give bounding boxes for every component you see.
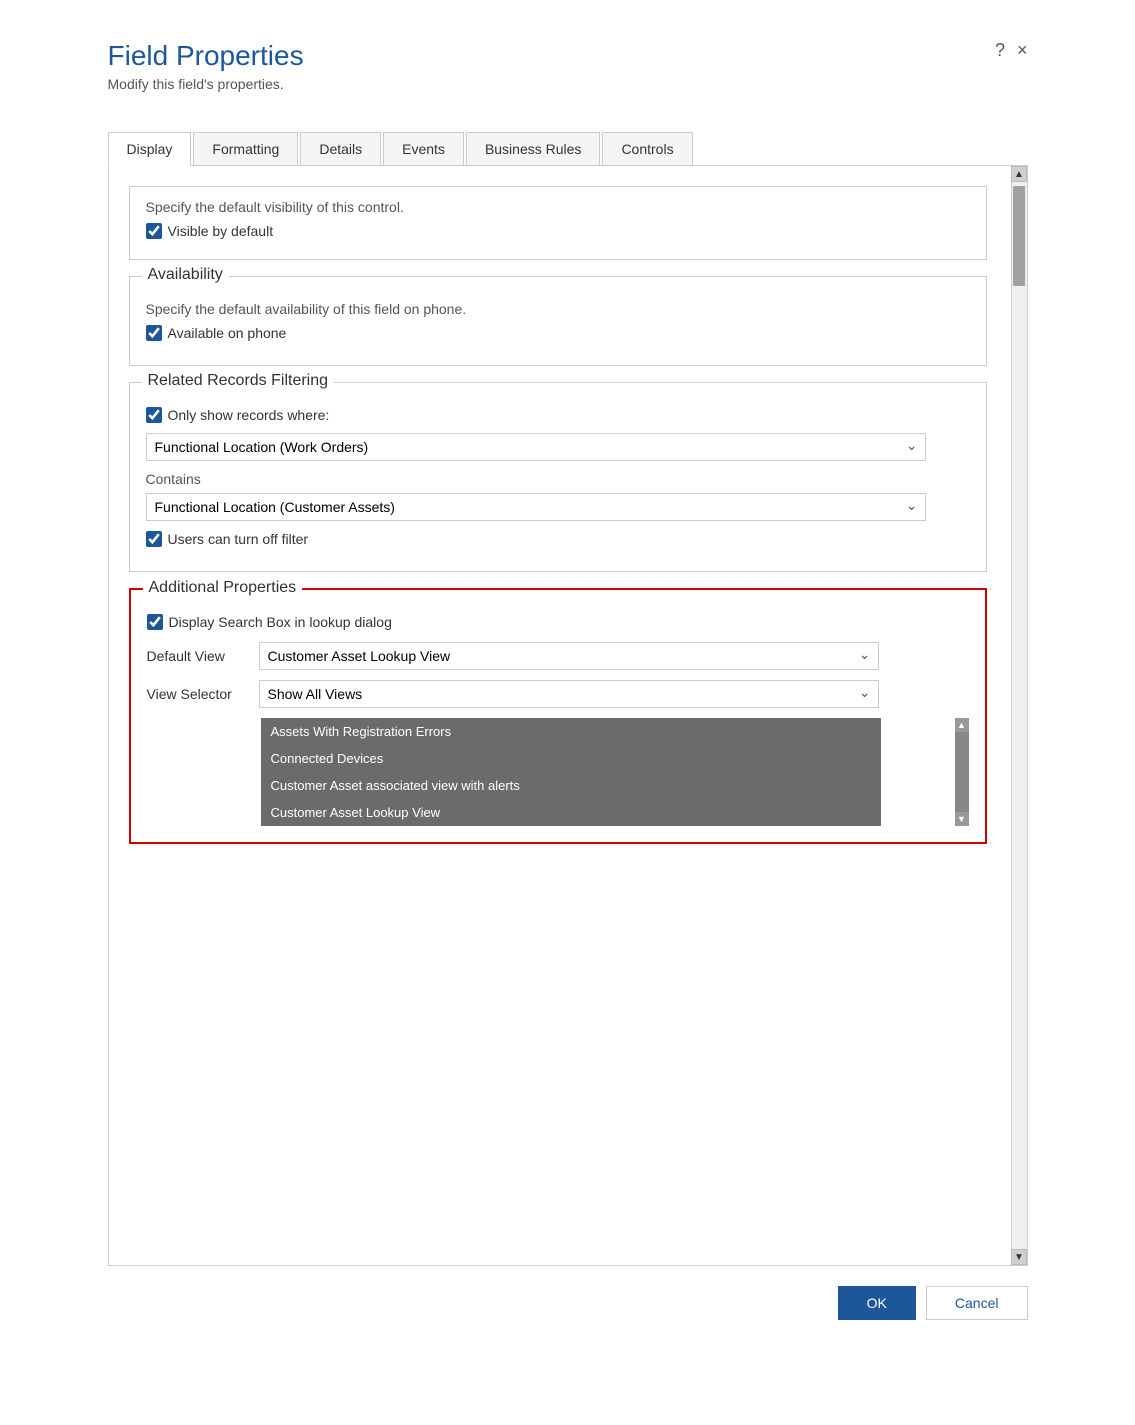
- visible-by-default-label: Visible by default: [168, 223, 274, 239]
- cancel-button[interactable]: Cancel: [926, 1286, 1028, 1320]
- tab-events[interactable]: Events: [383, 132, 464, 165]
- dialog-header: Field Properties Modify this field's pro…: [88, 20, 1048, 102]
- related-dropdown2-row: Functional Location (Customer Assets): [146, 493, 970, 521]
- available-on-phone-row: Available on phone: [146, 325, 970, 341]
- ok-button[interactable]: OK: [838, 1286, 916, 1320]
- additional-properties-content: Display Search Box in lookup dialog Defa…: [147, 614, 969, 826]
- related-dropdown1-wrapper: Functional Location (Work Orders): [146, 433, 926, 461]
- only-show-records-row: Only show records where:: [146, 407, 970, 423]
- view-selector-select-wrapper: Show All Views: [259, 680, 879, 708]
- dialog-subtitle: Modify this field's properties.: [108, 76, 304, 92]
- content-scroll-down[interactable]: ▼: [1011, 1249, 1027, 1265]
- view-selector-label: View Selector: [147, 686, 247, 702]
- additional-properties-section: Additional Properties Display Search Box…: [129, 588, 987, 844]
- default-view-select[interactable]: Customer Asset Lookup View: [259, 642, 879, 670]
- only-show-records-checkbox[interactable]: [146, 407, 162, 423]
- default-view-select-wrapper: Customer Asset Lookup View: [259, 642, 879, 670]
- display-search-label: Display Search Box in lookup dialog: [169, 614, 392, 630]
- tab-details[interactable]: Details: [300, 132, 381, 165]
- content-scrollbar: ▲ ▼: [1011, 166, 1027, 1265]
- list-scrollbar: ▲ ▼: [955, 718, 969, 826]
- related-dropdown1[interactable]: Functional Location (Work Orders): [146, 433, 926, 461]
- availability-description: Specify the default availability of this…: [146, 301, 970, 317]
- tab-formatting[interactable]: Formatting: [193, 132, 298, 165]
- availability-content: Specify the default availability of this…: [146, 301, 970, 341]
- dialog-controls: ? ×: [995, 40, 1028, 61]
- contains-label: Contains: [146, 471, 970, 487]
- users-can-turn-off-label: Users can turn off filter: [168, 531, 309, 547]
- users-can-turn-off-checkbox[interactable]: [146, 531, 162, 547]
- related-records-section: Related Records Filtering Only show reco…: [129, 382, 987, 572]
- content-scroll-up[interactable]: ▲: [1011, 166, 1027, 182]
- available-on-phone-label: Available on phone: [168, 325, 287, 341]
- list-scroll-down-button[interactable]: ▼: [955, 812, 969, 826]
- dialog-title: Field Properties: [108, 40, 304, 72]
- view-selector-row: View Selector Show All Views: [147, 680, 969, 708]
- tabs-container: Display Formatting Details Events Busine…: [108, 132, 1028, 166]
- only-show-records-label: Only show records where:: [168, 407, 330, 423]
- tab-display[interactable]: Display: [108, 132, 192, 166]
- users-can-turn-off-row: Users can turn off filter: [146, 531, 970, 547]
- list-scroll-up-button[interactable]: ▲: [955, 718, 969, 732]
- tab-business-rules[interactable]: Business Rules: [466, 132, 601, 165]
- tab-controls[interactable]: Controls: [602, 132, 692, 165]
- visible-by-default-row: Visible by default: [146, 223, 970, 239]
- display-search-checkbox[interactable]: [147, 614, 163, 630]
- content-scroll-thumb: [1013, 186, 1025, 286]
- availability-title: Availability: [142, 266, 229, 284]
- list-item-customer-asset-lookup[interactable]: Customer Asset Lookup View: [261, 799, 867, 826]
- default-view-row: Default View Customer Asset Lookup View: [147, 642, 969, 670]
- related-dropdown2[interactable]: Functional Location (Customer Assets): [146, 493, 926, 521]
- related-dropdown1-row: Functional Location (Work Orders): [146, 433, 970, 461]
- view-dropdown-list: Assets With Registration Errors Connecte…: [261, 718, 881, 826]
- view-selector-select[interactable]: Show All Views: [259, 680, 879, 708]
- additional-properties-title: Additional Properties: [143, 579, 303, 597]
- default-view-label: Default View: [147, 648, 247, 664]
- related-dropdown2-wrapper: Functional Location (Customer Assets): [146, 493, 926, 521]
- display-search-row: Display Search Box in lookup dialog: [147, 614, 969, 630]
- help-button[interactable]: ?: [995, 40, 1005, 61]
- availability-section: Availability Specify the default availab…: [129, 276, 987, 366]
- available-on-phone-checkbox[interactable]: [146, 325, 162, 341]
- content-area: Specify the default visibility of this c…: [108, 166, 1028, 1266]
- related-records-content: Only show records where: Functional Loca…: [146, 407, 970, 547]
- list-item-connected-devices[interactable]: Connected Devices: [261, 745, 867, 772]
- visibility-description: Specify the default visibility of this c…: [146, 199, 970, 215]
- list-item-customer-asset-view-alerts[interactable]: Customer Asset associated view with aler…: [261, 772, 867, 799]
- visible-by-default-checkbox[interactable]: [146, 223, 162, 239]
- visibility-section: Specify the default visibility of this c…: [129, 186, 987, 260]
- dialog-footer: OK Cancel: [88, 1266, 1048, 1340]
- related-records-title: Related Records Filtering: [142, 372, 335, 390]
- list-item-assets-registration[interactable]: Assets With Registration Errors: [261, 718, 867, 745]
- view-list-container: Assets With Registration Errors Connecte…: [261, 718, 969, 826]
- close-button[interactable]: ×: [1017, 40, 1028, 61]
